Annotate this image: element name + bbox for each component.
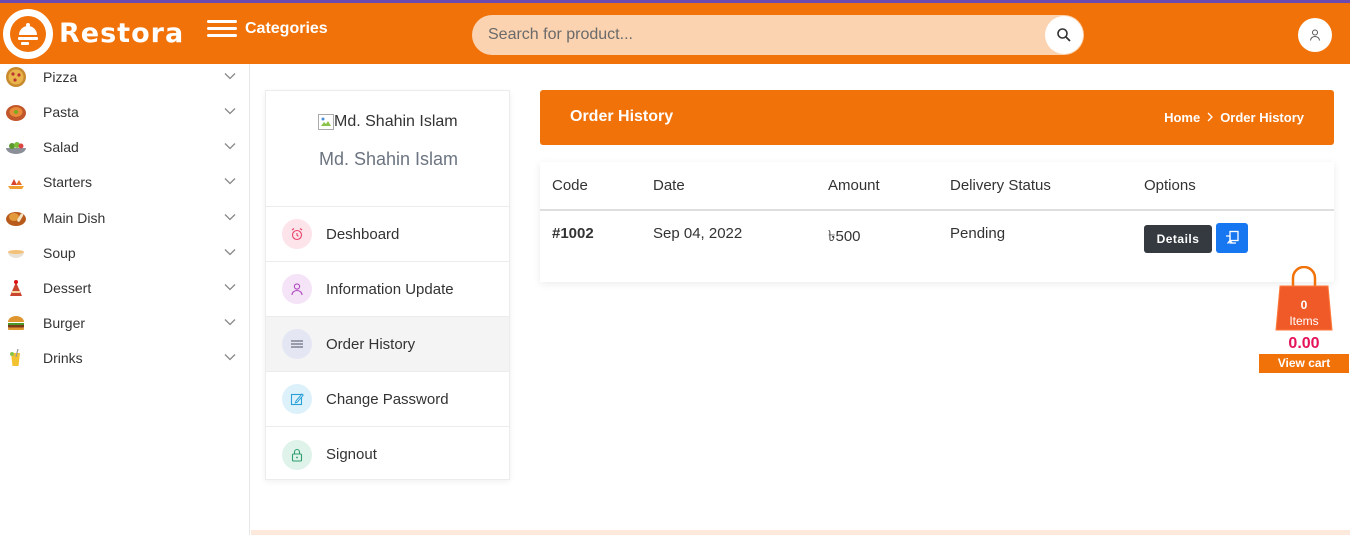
column-header-amount: Amount xyxy=(828,177,880,194)
profile-name: Md. Shahin Islam xyxy=(318,149,459,169)
menu-item-label: Signout xyxy=(326,446,377,463)
sidebar-item-label: Dessert xyxy=(43,279,92,296)
category-sidebar: Pizza Pasta Salad Starters Main Dish Sou xyxy=(0,64,250,535)
top-navbar: Restora Categories xyxy=(0,0,1350,64)
chevron-down-icon xyxy=(224,249,236,256)
categories-button[interactable]: Categories xyxy=(207,20,328,38)
sidebar-item-salad[interactable]: Salad xyxy=(0,129,249,164)
avatar: Md. Shahin Islam xyxy=(318,113,458,131)
menu-item-label: Information Update xyxy=(326,280,454,298)
lock-icon xyxy=(282,439,312,470)
chevron-down-icon xyxy=(224,143,236,150)
chevron-down-icon xyxy=(224,214,236,221)
breadcrumb-home-link[interactable]: Home xyxy=(1164,110,1200,125)
view-cart-button[interactable]: View cart xyxy=(1259,354,1349,373)
order-amount: ৳500 xyxy=(828,228,861,245)
restaurant-logo-icon xyxy=(3,8,53,59)
search-input[interactable] xyxy=(488,15,1048,55)
brand-name: Restora xyxy=(59,18,185,49)
dessert-icon xyxy=(5,277,27,299)
column-header-code: Code xyxy=(552,177,588,194)
hamburger-menu-icon xyxy=(207,20,237,38)
alarm-clock-icon xyxy=(282,219,312,249)
sidebar-item-label: Starters xyxy=(43,173,93,190)
column-header-date: Date xyxy=(653,177,685,194)
chevron-down-icon xyxy=(224,73,236,80)
sidebar-item-dessert[interactable]: Dessert xyxy=(0,270,249,305)
floating-cart[interactable]: 0 Items 0.00 View cart xyxy=(1259,266,1349,374)
chevron-down-icon xyxy=(224,284,236,291)
header-divider xyxy=(540,209,1334,211)
chevron-down-icon xyxy=(224,178,236,185)
pasta-icon xyxy=(5,101,27,123)
chevron-down-icon xyxy=(224,354,236,361)
breadcrumb: Home Order History xyxy=(1164,110,1304,125)
sidebar-item-pasta[interactable]: Pasta xyxy=(0,94,249,129)
sidebar-item-label: Pasta xyxy=(43,103,79,120)
starters-icon xyxy=(5,171,27,193)
search-icon xyxy=(1057,28,1071,42)
menu-item-dashboard[interactable]: Deshboard xyxy=(266,207,509,262)
soup-icon xyxy=(5,242,27,264)
main-dish-icon xyxy=(5,207,27,229)
sidebar-item-starters[interactable]: Starters xyxy=(0,164,249,199)
sidebar-item-drinks[interactable]: Drinks xyxy=(0,340,249,375)
broken-image-icon xyxy=(318,114,334,130)
search-bar xyxy=(472,15,1084,55)
search-button[interactable] xyxy=(1045,16,1083,54)
sidebar-item-main-dish[interactable]: Main Dish xyxy=(0,200,249,235)
cart-items-label: Items xyxy=(1289,314,1319,328)
categories-label: Categories xyxy=(245,20,328,37)
sidebar-item-label: Drinks xyxy=(43,349,83,366)
download-invoice-button[interactable] xyxy=(1216,223,1248,253)
sidebar-item-label: Salad xyxy=(43,138,79,155)
cart-total: 0.00 xyxy=(1288,335,1320,352)
menu-item-label: Order History xyxy=(326,335,416,353)
sidebar-item-burger[interactable]: Burger xyxy=(0,305,249,340)
sidebar-item-label: Soup xyxy=(43,244,76,261)
sidebar-item-label: Main Dish xyxy=(43,209,106,226)
menu-item-label: Deshboard xyxy=(326,225,400,243)
column-header-options: Options xyxy=(1144,177,1196,194)
list-icon xyxy=(282,329,312,359)
order-status: Pending xyxy=(950,225,1006,242)
sidebar-item-pizza[interactable]: Pizza xyxy=(0,59,249,94)
order-history-table: Code Date Amount Delivery Status Options… xyxy=(540,162,1334,282)
sidebar-item-label: Pizza xyxy=(43,68,78,85)
order-date: Sep 04, 2022 xyxy=(653,225,743,242)
edit-icon xyxy=(282,384,312,414)
menu-item-order-history[interactable]: Order History xyxy=(266,317,509,372)
avatar-alt-text: Md. Shahin Islam xyxy=(334,113,458,130)
salad-icon xyxy=(5,136,27,158)
footer-divider xyxy=(251,530,1350,535)
menu-item-label: Change Password xyxy=(326,390,449,408)
pizza-icon xyxy=(5,66,27,88)
menu-item-signout[interactable]: Signout xyxy=(266,427,509,482)
burger-icon xyxy=(5,312,27,334)
user-icon xyxy=(1310,29,1320,41)
column-header-delivery-status: Delivery Status xyxy=(950,177,1051,194)
chevron-right-icon xyxy=(1206,111,1214,125)
menu-item-information-update[interactable]: Information Update xyxy=(266,262,509,317)
drinks-icon xyxy=(5,347,27,369)
cart-item-count: 0 xyxy=(1300,298,1308,312)
page-title: Order History xyxy=(570,108,674,125)
sidebar-item-label: Burger xyxy=(43,314,86,331)
user-icon xyxy=(282,274,312,304)
profile-header: Md. Shahin Islam Md. Shahin Islam xyxy=(266,91,509,207)
download-icon xyxy=(1226,230,1239,244)
chevron-down-icon xyxy=(224,319,236,326)
sidebar-item-soup[interactable]: Soup xyxy=(0,235,249,270)
page-header-banner: Order History Home Order History xyxy=(540,90,1334,145)
order-code: #1002 xyxy=(552,225,594,242)
account-menu-card: Md. Shahin Islam Md. Shahin Islam Deshbo… xyxy=(265,90,510,480)
brand-logo[interactable]: Restora xyxy=(0,3,196,64)
details-button[interactable]: Details xyxy=(1144,225,1212,253)
account-button[interactable] xyxy=(1298,18,1332,52)
chevron-down-icon xyxy=(224,108,236,115)
breadcrumb-current: Order History xyxy=(1220,110,1304,125)
menu-item-change-password[interactable]: Change Password xyxy=(266,372,509,427)
